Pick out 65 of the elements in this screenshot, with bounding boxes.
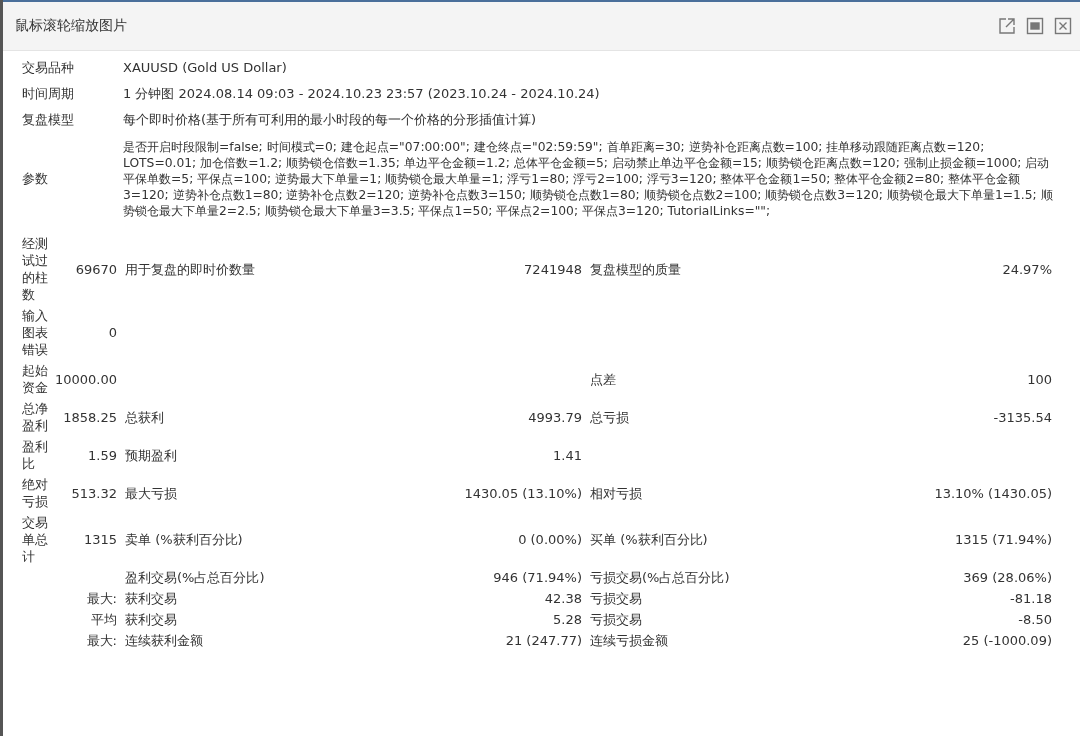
stat-label: 总亏损 (590, 408, 629, 426)
stat-value: 100 (1027, 370, 1052, 388)
stat-label: 盈利交易(%占总百分比) (125, 569, 265, 586)
stat-label: 经测试过的柱数 (22, 235, 49, 303)
pop-out-icon[interactable] (998, 17, 1016, 35)
stat-value: 25 (-1000.09) (962, 632, 1052, 649)
stat-label: 买单 (%获利百分比) (590, 531, 708, 548)
stat-label: 连续获利金额 (125, 632, 203, 649)
stat-label: 获利交易 (125, 590, 177, 607)
stat-label: 最大: (86, 632, 117, 649)
stat-value: 1.41 (553, 446, 582, 464)
field-value: 是否开启时段限制=false; 时间模式=0; 建仓起点="07:00:00"; 建仓终点="02:59:59"; 首单距离=30; 逆势补仓距离点数=100; 挂单移动跟随距离点数=120; LOTS=0.01; 加仓倍数=1.2; 顺势锁仓倍数=1.35; 单边平仓金额=1.2; 总体平仓金额=5; 启动禁止单边平仓金额=15; 顺势锁仓距离点数=120; 强制止损金额=1000; 启动平保单数=5; 平保点=100; 逆势最大下单量=1; 顺势锁仓最大单量=1; 浮亏1=80; 浮亏2=100; 浮亏3=120; 整体平仓金额1=50; 整体平仓金额2=80; 整体平仓金额3=120; 逆势补仓点数1=80; 逆势补仓点数2=120; 逆势补仓点数3=150; 顺势锁仓点数1=80; 顺势锁仓点数2=100; 顺势锁仓点数3=120; 顺势锁仓最大下单量1=1.5; 顺势锁仓最大下单量2=2.5; 顺势锁仓最大下单量3=3.5; 平保点1=50; 平保点2=100; 平保点3=120; TutorialLinks=""; (123, 139, 1054, 220)
restore-icon[interactable] (1026, 17, 1044, 35)
stat-value: 0 (0.00%) (518, 531, 582, 548)
stat-label: 预期盈利 (125, 446, 177, 464)
field-value: XAUUSD (Gold US Dollar) (123, 59, 288, 77)
field-label: 交易品种 (22, 59, 75, 77)
field-value: 1 分钟图 2024.08.14 09:03 - 2024.10.23 23:57 (2023.10.24 - 2024.10.24) (123, 85, 601, 103)
stat-label: 盈利比 (22, 438, 49, 472)
stat-value: 10000.00 (54, 370, 117, 388)
stat-value: 0 (108, 324, 117, 341)
stat-label: 相对亏损 (590, 484, 642, 502)
stat-value: 4993.79 (528, 408, 582, 426)
stat-label: 绝对亏损 (22, 476, 49, 510)
stat-value: 1430.05 (13.10%) (464, 484, 582, 502)
stat-value: 24.97% (1002, 260, 1052, 278)
stat-label: 亏损交易(%占总百分比) (590, 569, 730, 586)
stat-label: 输入图表错误 (22, 307, 49, 358)
stat-label: 最大亏损 (125, 484, 177, 502)
field-label: 参数 (22, 170, 49, 188)
stat-value: 369 (28.06%) (963, 569, 1052, 586)
window-title: 鼠标滚轮缩放图片 (15, 17, 128, 35)
field-value: 每个即时价格(基于所有可利用的最小时段的每一个价格的分形插值计算) (123, 111, 538, 129)
stat-value: 42.38 (544, 590, 582, 607)
stat-label: 起始资金 (22, 362, 49, 396)
stat-value: 13.10% (1430.05) (934, 484, 1052, 502)
stat-value: -81.18 (1010, 590, 1052, 607)
stat-value: 1.59 (88, 446, 117, 464)
stat-label: 获利交易 (125, 611, 177, 628)
stat-value: 69670 (75, 260, 117, 278)
stat-value: -8.50 (1018, 611, 1052, 628)
stat-label: 亏损交易 (590, 611, 642, 628)
stat-label: 平均 (91, 611, 117, 628)
stat-label: 总获利 (125, 408, 164, 426)
close-icon[interactable] (1054, 17, 1072, 35)
stat-value: 7241948 (524, 260, 582, 278)
field-label: 复盘模型 (22, 111, 75, 129)
stat-value: 5.28 (553, 611, 582, 628)
stat-value: 1315 (71.94%) (955, 531, 1052, 548)
stat-label: 连续亏损金额 (590, 632, 668, 649)
stat-value: 946 (71.94%) (493, 569, 582, 586)
stat-value: 1858.25 (63, 408, 117, 426)
stat-label: 亏损交易 (590, 590, 642, 607)
stat-value: 21 (247.77) (505, 632, 582, 649)
stat-value: -3135.54 (993, 408, 1052, 426)
stat-value: 1315 (83, 531, 117, 548)
stat-label: 总净盈利 (22, 400, 49, 434)
stat-label: 点差 (590, 370, 616, 388)
stat-label: 复盘模型的质量 (590, 260, 681, 278)
stat-label: 卖单 (%获利百分比) (125, 531, 243, 548)
stat-label: 用于复盘的即时价数量 (125, 260, 255, 278)
stat-label: 最大: (86, 590, 117, 607)
stat-label: 交易单总计 (22, 514, 49, 565)
stat-value: 513.32 (71, 484, 117, 502)
field-label: 时间周期 (22, 85, 75, 103)
